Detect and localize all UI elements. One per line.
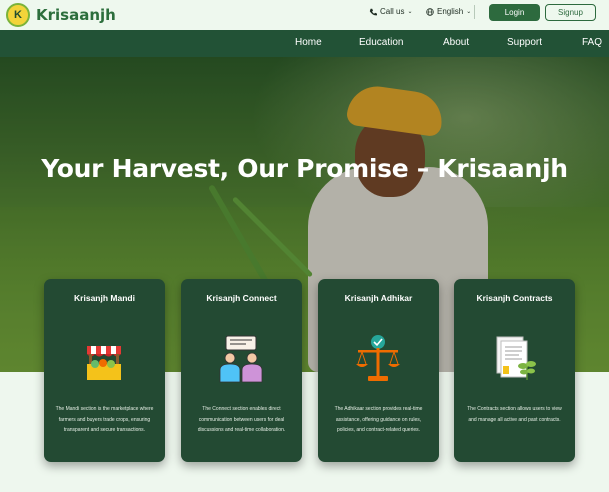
service-card-adhikar[interactable]: Krisanjh Adhikar The Adhikaar section pr… (318, 279, 439, 462)
justice-scale-icon (356, 335, 400, 381)
service-card-mandi[interactable]: Krisanjh Mandi The Mandi section is the … (44, 279, 165, 462)
chevron-down-icon: ⌄ (466, 9, 472, 15)
nav-item-about[interactable]: About (443, 37, 469, 48)
nav-item-home[interactable]: Home (295, 37, 322, 48)
logo-icon (6, 3, 30, 27)
globe-icon (426, 7, 434, 16)
logo-text: Krisaanjh (36, 6, 116, 24)
logo[interactable]: Krisaanjh (6, 3, 116, 27)
nav-item-faq[interactable]: FAQ (582, 37, 602, 48)
language-label: English (437, 7, 464, 16)
nav-item-education[interactable]: Education (359, 37, 403, 48)
top-bar: Krisaanjh Call us ⌄ English ⌄ Login Sign… (0, 0, 609, 30)
language-dropdown[interactable]: English ⌄ (426, 7, 471, 16)
card-title: Krisanjh Connect (206, 293, 277, 303)
chevron-down-icon: ⌄ (407, 9, 413, 15)
card-title: Krisanjh Mandi (74, 293, 135, 303)
card-title: Krisanjh Adhikar (344, 293, 413, 303)
card-description: The Connect section enables direct commu… (197, 406, 286, 433)
phone-icon (369, 8, 377, 15)
call-us-dropdown[interactable]: Call us ⌄ (369, 7, 412, 16)
contract-document-icon (496, 336, 536, 380)
divider (474, 5, 475, 19)
card-title: Krisanjh Contracts (476, 293, 553, 303)
card-description: The Contracts section allows users to vi… (467, 406, 562, 423)
card-description: The Mandi section is the marketplace whe… (55, 406, 154, 433)
service-card-contracts[interactable]: Krisanjh Contracts The Contracts section… (454, 279, 575, 462)
main-nav: Home Education About Support FAQ (0, 30, 609, 57)
signup-button[interactable]: Signup (545, 4, 596, 21)
hero-title: Your Harvest, Our Promise – Krisaanjh (41, 154, 568, 183)
people-chat-icon (219, 335, 263, 383)
market-stall-icon (87, 346, 121, 380)
login-button[interactable]: Login (489, 4, 540, 21)
service-card-connect[interactable]: Krisanjh Connect The Connect section ena… (181, 279, 302, 462)
call-us-label: Call us (380, 7, 405, 16)
card-description: The Adhikaar section provides real-time … (334, 406, 423, 433)
nav-item-support[interactable]: Support (507, 37, 542, 48)
